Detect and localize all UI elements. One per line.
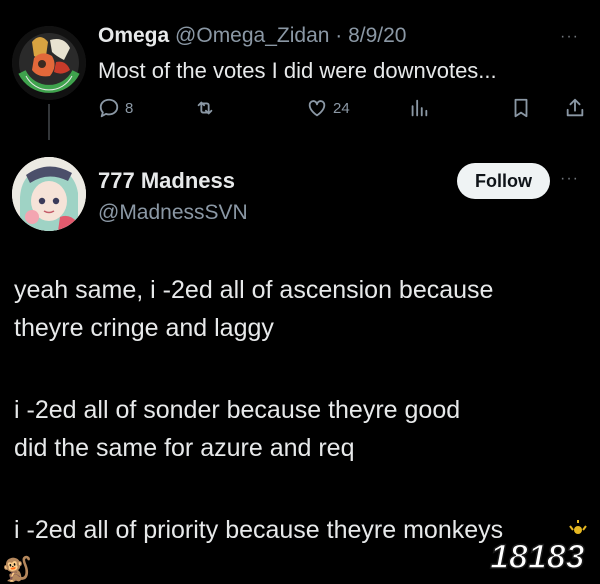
retweet-button[interactable]: [194, 96, 216, 120]
heart-icon: [308, 100, 326, 117]
anime-avatar-image: [12, 157, 86, 231]
main-avatar[interactable]: [12, 157, 86, 231]
parent-action-bar: 8 24: [98, 96, 588, 120]
parent-display-name[interactable]: Omega: [98, 24, 169, 47]
views-icon: [411, 99, 428, 117]
parent-handle-date[interactable]: @Omega_Zidan · 8/9/20: [169, 24, 406, 47]
main-handle[interactable]: @MadnessSVN: [98, 201, 248, 225]
site-watermark: 18183: [486, 520, 598, 580]
bookmark-button[interactable]: [510, 96, 532, 120]
views-button[interactable]: [408, 96, 430, 120]
monkey-emoji: 🐒: [2, 556, 32, 583]
thread-connector: [48, 104, 50, 140]
parent-tweet-text: Most of the votes I did were downvotes..…: [98, 58, 497, 83]
watermark-text: 18183: [490, 538, 585, 576]
main-more-icon[interactable]: ···: [560, 170, 579, 188]
bookmark-icon: [514, 98, 528, 118]
parent-header: Omega @Omega_Zidan · 8/9/20: [98, 24, 406, 48]
reply-count: 8: [125, 99, 134, 117]
parent-avatar[interactable]: [12, 26, 86, 100]
tweet-line-1: yeah same, i -2ed all of ascension becau…: [14, 276, 494, 304]
retweet-icon: [197, 101, 213, 115]
main-display-name[interactable]: 777 Madness: [98, 168, 235, 194]
tweet-line-4: did the same for azure and req: [14, 434, 355, 462]
like-button[interactable]: 24: [306, 96, 350, 120]
parent-more-icon[interactable]: ···: [560, 28, 579, 46]
free-palettine-logo: [12, 26, 86, 100]
like-count: 24: [333, 99, 350, 117]
tweet-line-5: i -2ed all of priority because theyre mo…: [14, 516, 504, 544]
reply-icon: [99, 98, 119, 118]
reply-button[interactable]: 8: [98, 96, 133, 120]
share-button[interactable]: [564, 96, 586, 120]
share-icon: [566, 98, 584, 117]
tweet-line-3: i -2ed all of sonder because theyre good: [14, 396, 461, 424]
tweet-line-2: theyre cringe and laggy: [14, 314, 274, 342]
follow-button[interactable]: Follow: [457, 163, 550, 199]
